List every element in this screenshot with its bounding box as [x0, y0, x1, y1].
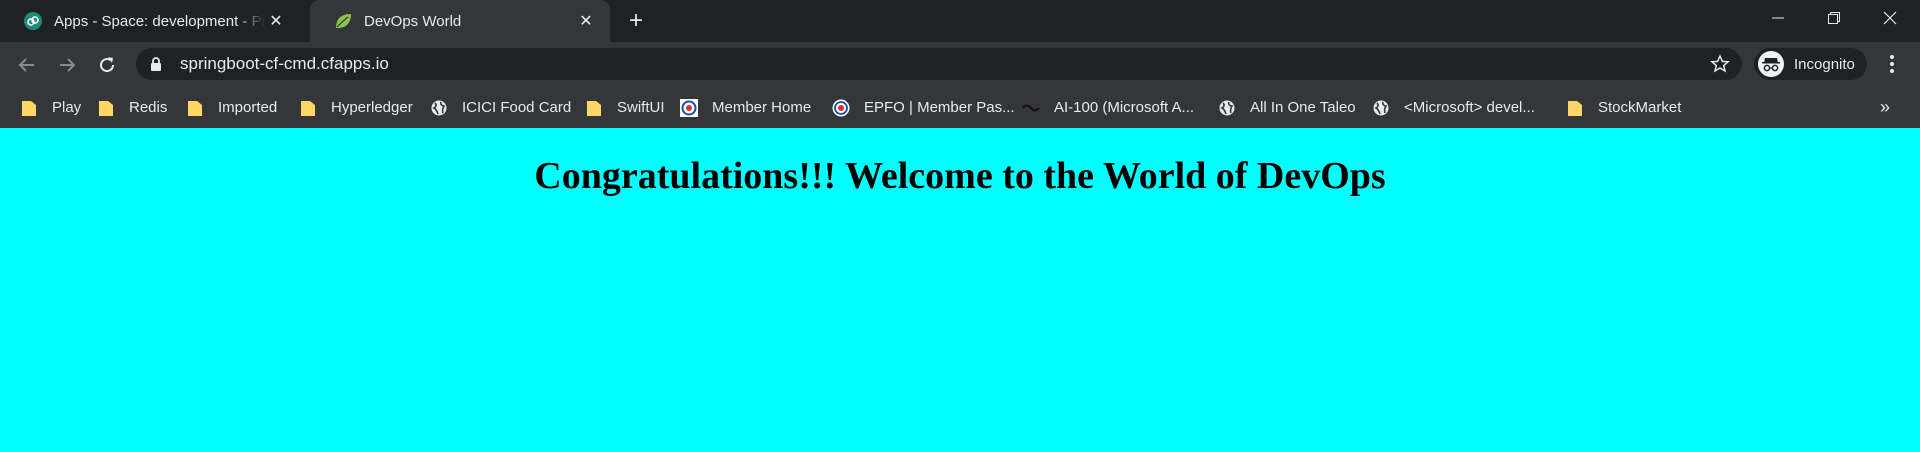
globe-icon: [1372, 99, 1390, 117]
bookmark-label: ICICI Food Card: [462, 99, 572, 116]
minimize-icon: [1772, 17, 1784, 19]
bookmark-label: Redis: [129, 99, 168, 116]
incognito-icon: [1758, 51, 1784, 77]
bookmark-all-in-one-taleo[interactable]: All In One Taleo: [1218, 87, 1356, 128]
profile-label: Incognito: [1794, 55, 1855, 73]
bookmark-stockmarket[interactable]: StockMarket: [1566, 87, 1681, 128]
bookmark-label: <Microsoft> devel...: [1404, 99, 1535, 116]
reload-icon: [100, 57, 115, 73]
bookmark-label: EPFO | Member Pas...: [864, 99, 1015, 116]
bookmark-label: All In One Taleo: [1250, 99, 1356, 116]
bookmark-play[interactable]: Play: [20, 87, 81, 128]
epfo-icon: [832, 99, 850, 117]
page-content: Congratulations!!! Welcome to the World …: [0, 128, 1920, 452]
bookmark-star-icon[interactable]: [1710, 54, 1730, 74]
epfo-icon: [680, 98, 698, 117]
bookmark-label: StockMarket: [1598, 99, 1682, 116]
folder-icon: [97, 99, 115, 117]
menu-button[interactable]: [1880, 52, 1904, 76]
spring-leaf-icon: [334, 12, 352, 30]
bookmark-redis[interactable]: Redis: [97, 87, 167, 128]
folder-icon: [299, 99, 317, 117]
browser-toolbar: springboot-cf-cmd.cfapps.io Incognito: [0, 42, 1920, 87]
bookmark-label: Play: [52, 99, 82, 116]
bookmark-hyperledger[interactable]: Hyperledger: [299, 87, 413, 128]
globe-icon: [1218, 99, 1236, 117]
restore-icon: [1828, 12, 1840, 24]
bookmarks-overflow-button[interactable]: »: [1880, 87, 1890, 128]
bookmarks-bar: Play Redis Imported Hyperledger ICICI Fo…: [0, 87, 1920, 128]
close-icon[interactable]: ✕: [576, 11, 596, 31]
folder-icon: [186, 99, 204, 117]
forward-button[interactable]: [52, 50, 82, 80]
bookmark-member-home[interactable]: Member Home: [680, 87, 811, 128]
arrow-left-icon: [18, 58, 34, 72]
window-close-button[interactable]: [1862, 0, 1918, 36]
new-tab-button[interactable]: +: [624, 9, 648, 33]
tab-strip: Apps - Space: development - Pivotal ✕ De…: [0, 0, 1920, 42]
tab-title: DevOps World: [364, 12, 462, 30]
bookmark-label: Hyperledger: [331, 99, 413, 116]
back-button[interactable]: [12, 50, 42, 80]
bookmark-ai-100[interactable]: AI-100 (Microsoft A...: [1022, 87, 1194, 128]
close-icon: [1883, 11, 1897, 25]
arrow-right-icon: [60, 58, 76, 72]
bookmark-label: SwiftUI: [617, 99, 665, 116]
folder-icon: [585, 99, 603, 117]
minimize-button[interactable]: [1750, 0, 1806, 36]
bookmark-epfo-member-passbook[interactable]: EPFO | Member Pas...: [832, 87, 1015, 128]
folder-icon: [1566, 99, 1584, 117]
globe-icon: [430, 99, 448, 117]
folder-icon: [20, 99, 38, 117]
kebab-menu-icon: [1890, 55, 1894, 73]
bookmark-imported[interactable]: Imported: [186, 87, 277, 128]
page-heading: Congratulations!!! Welcome to the World …: [534, 155, 1386, 197]
bookmark-label: Member Home: [712, 99, 812, 116]
incognito-profile-button[interactable]: Incognito: [1754, 48, 1867, 80]
url-text[interactable]: springboot-cf-cmd.cfapps.io: [180, 54, 389, 74]
chevron-double-right-icon: »: [1880, 97, 1891, 117]
tab-apps-space[interactable]: Apps - Space: development - Pivotal ✕: [0, 0, 300, 42]
reload-button[interactable]: [92, 50, 122, 80]
tab-devops-world[interactable]: DevOps World ✕: [310, 0, 610, 42]
bookmark-microsoft-developer[interactable]: <Microsoft> devel...: [1372, 87, 1535, 128]
close-icon[interactable]: ✕: [266, 11, 286, 31]
tab-title: Apps - Space: development - Pivotal: [54, 12, 266, 30]
address-bar[interactable]: springboot-cf-cmd.cfapps.io: [136, 48, 1742, 80]
site-icon: [1022, 99, 1040, 117]
bookmark-label: Imported: [218, 99, 278, 116]
restore-button[interactable]: [1806, 0, 1862, 36]
lock-icon: [150, 56, 164, 72]
bookmark-swiftui[interactable]: SwiftUI: [585, 87, 665, 128]
bookmark-icici-food-card[interactable]: ICICI Food Card: [430, 87, 571, 128]
bookmark-label: AI-100 (Microsoft A...: [1054, 99, 1195, 116]
browser-chrome: Apps - Space: development - Pivotal ✕ De…: [0, 0, 1920, 128]
pivotal-icon: [24, 12, 42, 30]
